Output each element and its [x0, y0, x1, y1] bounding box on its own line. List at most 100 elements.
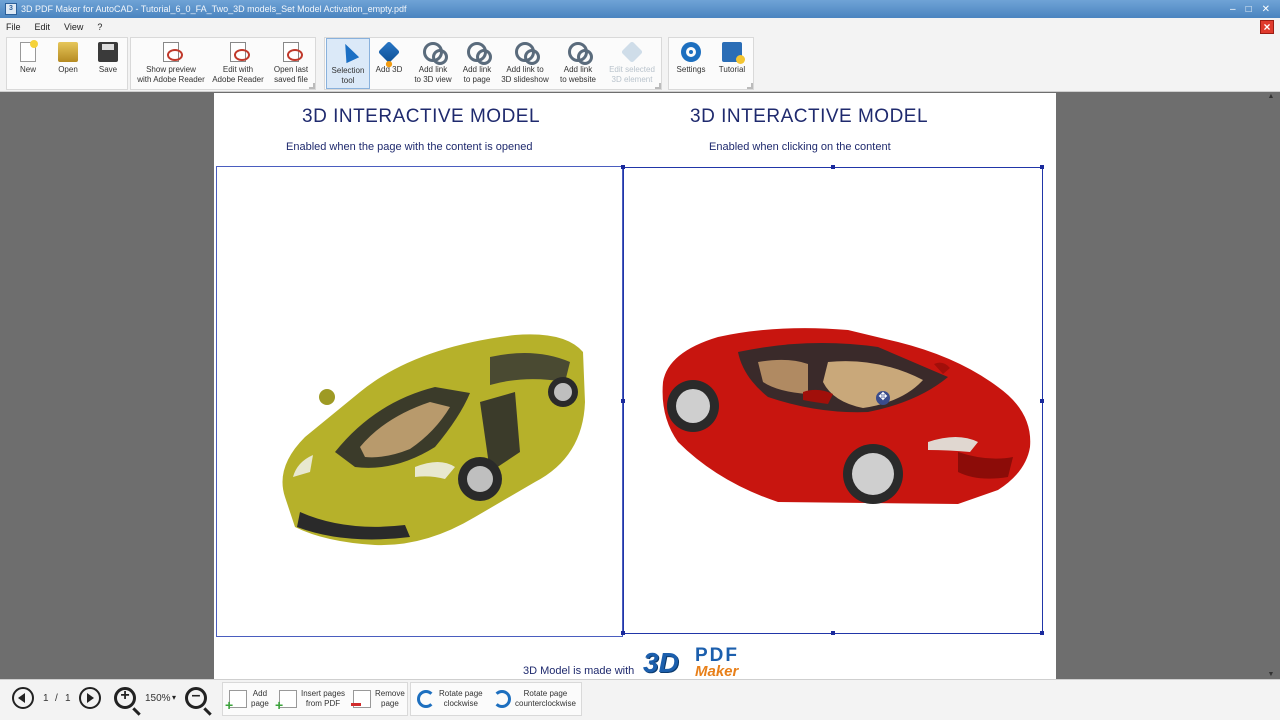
add-link-website-button[interactable]: Add link to website: [555, 38, 601, 89]
next-page-icon[interactable]: [79, 687, 101, 709]
add-page-icon: [225, 690, 247, 713]
pdf-page: 3D INTERACTIVE MODEL Enabled when the pa…: [214, 93, 1056, 680]
resize-handle[interactable]: [831, 631, 835, 635]
group-grip: [747, 83, 753, 89]
toolbar: New Open Save Show preview with Adobe Re…: [0, 36, 1280, 92]
resize-handle[interactable]: [621, 165, 625, 169]
window-title: 3D PDF Maker for AutoCAD - Tutorial_6_0_…: [21, 4, 407, 14]
left-3d-model-frame[interactable]: [216, 166, 623, 637]
left-model-title: 3D INTERACTIVE MODEL: [302, 106, 541, 127]
edit-with-label: Edit with Adobe Reader: [212, 65, 264, 84]
zoom-level[interactable]: 150%: [145, 693, 171, 704]
selection-tool-button[interactable]: Selection tool: [326, 38, 370, 89]
insert-pages-icon: [275, 690, 297, 713]
link-website-icon: [568, 42, 593, 65]
settings-button[interactable]: Settings: [671, 38, 711, 89]
menu-edit[interactable]: Edit: [35, 22, 51, 32]
remove-page-button[interactable]: Remove page: [349, 683, 407, 715]
bottom-bar: 1 / 1 + 150% ▾ – Add page Insert pages f…: [0, 679, 1280, 720]
add-link-slideshow-button[interactable]: Add link to 3D slideshow: [499, 38, 551, 89]
add-link-3d-view-button[interactable]: Add link to 3D view: [411, 38, 455, 89]
maximize-icon[interactable]: □: [1246, 4, 1252, 15]
show-preview-button[interactable]: Show preview with Adobe Reader: [133, 38, 209, 89]
open-last-label: Open last saved file: [273, 65, 309, 84]
link-3d-view-icon: [423, 42, 448, 65]
window-controls: – □ ✕: [1230, 4, 1280, 15]
page-separator: /: [55, 693, 58, 704]
previous-page-icon[interactable]: [12, 687, 34, 709]
new-document-icon: [20, 40, 38, 62]
tutorial-icon: [722, 42, 745, 64]
rotate-clockwise-icon: [417, 690, 435, 708]
settings-label: Settings: [676, 65, 706, 74]
tutorial-button[interactable]: Tutorial: [713, 38, 751, 89]
edit-selected-label: Edit selected 3D element: [609, 65, 655, 84]
minimize-icon[interactable]: –: [1230, 4, 1236, 15]
remove-page-icon: [351, 690, 371, 708]
menu-view[interactable]: View: [64, 22, 83, 32]
zoom-out-icon[interactable]: –: [185, 687, 207, 709]
new-button[interactable]: New: [9, 38, 47, 89]
add-3d-cube-icon: [377, 40, 401, 64]
rotate-clockwise-label: Rotate page clockwise: [439, 689, 483, 708]
new-label: New: [19, 65, 36, 74]
total-pages: 1: [65, 693, 71, 704]
current-page[interactable]: 1: [43, 693, 49, 704]
preview-pdf-icon: [163, 42, 183, 62]
left-model-subtitle: Enabled when the page with the content i…: [286, 141, 533, 153]
resize-handle[interactable]: [1040, 631, 1044, 635]
resize-handle[interactable]: [621, 399, 625, 403]
right-model-subtitle: Enabled when clicking on the content: [709, 141, 891, 153]
menu-help[interactable]: ?: [97, 22, 102, 32]
resize-handle[interactable]: [1040, 165, 1044, 169]
add-page-button[interactable]: Add page: [225, 683, 273, 715]
edit-with-adobe-button[interactable]: Edit with Adobe Reader: [211, 38, 265, 89]
rotate-clockwise-button[interactable]: Rotate page clockwise: [413, 683, 487, 715]
last-saved-pdf-icon: [283, 42, 303, 62]
save-label: Save: [98, 65, 118, 74]
adobe-group: Show preview with Adobe Reader Edit with…: [130, 37, 316, 90]
insert-pages-button[interactable]: Insert pages from PDF: [275, 683, 347, 715]
open-last-saved-button[interactable]: Open last saved file: [267, 38, 315, 89]
edit-pdf-icon: [230, 42, 250, 62]
save-button[interactable]: Save: [89, 38, 127, 89]
right-3d-model-frame[interactable]: ✥: [621, 165, 1044, 635]
add-link-page-label: Add link to page: [462, 65, 492, 84]
resize-handle[interactable]: [1040, 399, 1044, 403]
add-3d-button[interactable]: Add 3D: [371, 38, 407, 89]
group-grip: [655, 83, 661, 89]
menu-file[interactable]: File: [6, 22, 21, 32]
scroll-up-icon[interactable]: ▲: [1267, 93, 1275, 101]
move-cursor-icon[interactable]: ✥: [876, 391, 890, 405]
page-tools-group: Add page Insert pages from PDF Remove pa…: [222, 682, 408, 716]
logo-maker: Maker: [695, 663, 739, 680]
scroll-down-icon[interactable]: ▼: [1267, 671, 1275, 679]
right-model-title: 3D INTERACTIVE MODEL: [690, 106, 929, 127]
zoom-dropdown-icon[interactable]: ▾: [172, 693, 176, 702]
zoom-in-icon[interactable]: +: [114, 687, 136, 709]
selection-tool-label: Selection tool: [331, 66, 365, 85]
rotate-tools-group: Rotate page clockwise Rotate page counte…: [410, 682, 582, 716]
scroll-thumb[interactable]: [1268, 378, 1274, 384]
link-slideshow-icon: [515, 42, 540, 65]
group-grip: [309, 83, 315, 89]
add-link-website-label: Add link to website: [559, 65, 597, 84]
resize-handle[interactable]: [621, 631, 625, 635]
add-link-page-button[interactable]: Add link to page: [457, 38, 497, 89]
open-button[interactable]: Open: [49, 38, 87, 89]
made-with-text: 3D Model is made with: [523, 665, 635, 677]
logo-3d: 3D: [643, 647, 679, 678]
rotate-counterclockwise-icon: [493, 690, 511, 708]
insert-pages-label: Insert pages from PDF: [301, 689, 346, 708]
settings-gear-icon: [681, 42, 701, 62]
remove-page-label: Remove page: [375, 689, 405, 708]
rotate-counterclockwise-button[interactable]: Rotate page counterclockwise: [489, 683, 581, 715]
vertical-scrollbar[interactable]: ▲ ▼: [1267, 93, 1275, 679]
resize-handle[interactable]: [831, 165, 835, 169]
close-document-icon[interactable]: ×: [1260, 20, 1274, 34]
close-icon[interactable]: ✕: [1262, 4, 1270, 15]
add-link-3d-view-label: Add link to 3D view: [414, 65, 452, 84]
rotate-counterclockwise-label: Rotate page counterclockwise: [515, 689, 576, 708]
edit-selected-button[interactable]: Edit selected 3D element: [605, 38, 659, 89]
tools-group: Selection tool Add 3D Add link to 3D vie…: [324, 37, 662, 90]
